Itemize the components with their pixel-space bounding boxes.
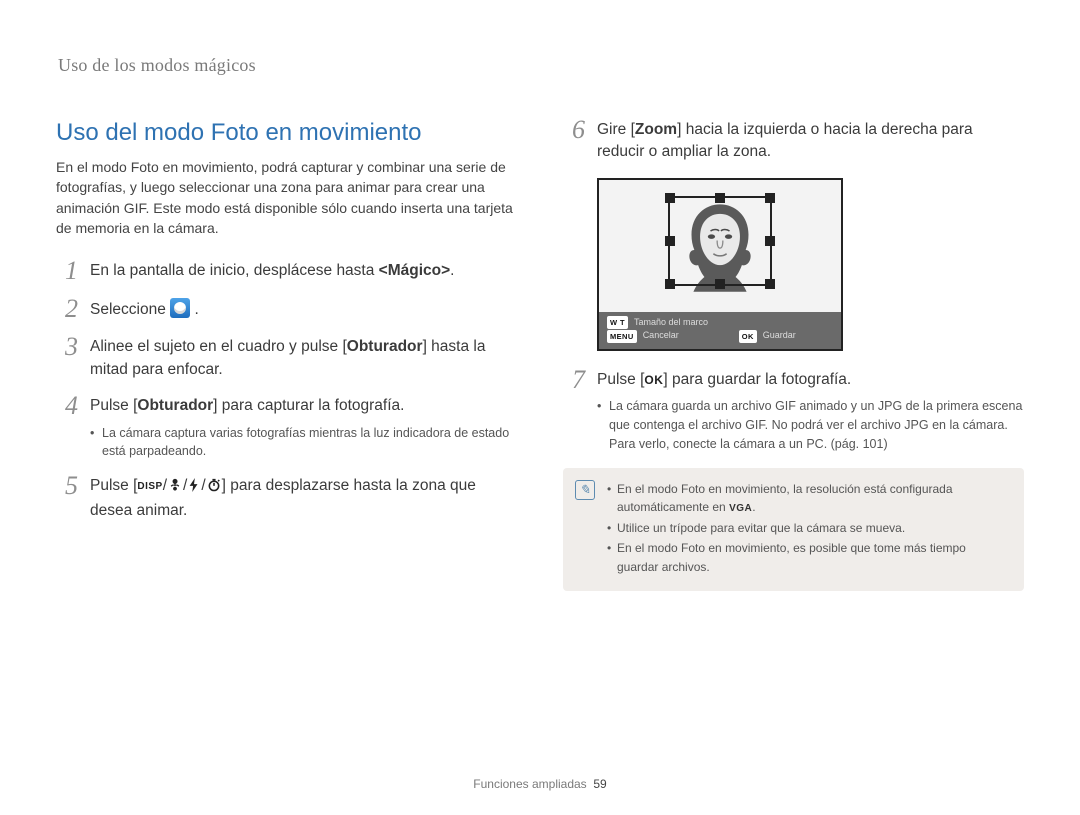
note-text: En el modo Foto en movimiento, la resolu…: [617, 482, 953, 515]
disp-button-icon: DISP: [137, 480, 162, 495]
step-text: En la pantalla de inicio, desplácese has…: [90, 262, 379, 279]
step-bold: Obturador: [347, 338, 423, 355]
note-icon: ✎: [575, 480, 595, 500]
breadcrumb: Uso de los modos mágicos: [58, 55, 256, 76]
step-subitem: La cámara captura varias fotografías mie…: [90, 424, 517, 462]
left-column: Uso del modo Foto en movimiento En el mo…: [56, 119, 517, 591]
step-number: 7: [563, 367, 585, 454]
note-box: ✎ En el modo Foto en movimiento, la reso…: [563, 468, 1024, 591]
step-3: 3 Alinee el sujeto en el cuadro y pulse …: [56, 336, 517, 381]
step-bold: <Mágico>: [379, 262, 451, 279]
footer-label: Funciones ampliadas: [473, 777, 586, 791]
lcd-label-save: Guardar: [763, 329, 796, 343]
note-list: En el modo Foto en movimiento, la resolu…: [607, 480, 1010, 577]
step-text: Pulse [: [90, 477, 137, 494]
zoom-wt-icon: W T: [607, 316, 628, 329]
menu-button-icon: MENU: [607, 330, 637, 343]
step-sublist: La cámara guarda un archivo GIF animado …: [597, 397, 1024, 453]
step-text-post: .: [450, 262, 454, 279]
page-footer: Funciones ampliadas 59: [0, 777, 1080, 791]
step-number: 2: [56, 296, 78, 322]
lcd-image-area: [599, 180, 841, 312]
manual-page: Uso de los modos mágicos Uso del modo Fo…: [0, 0, 1080, 815]
steps-right-2: 7 Pulse [OK] para guardar la fotografía.…: [563, 369, 1024, 454]
intro-paragraph: En el modo Foto en movimiento, podrá cap…: [56, 157, 517, 238]
lcd-label-frame-size: Tamaño del marco: [634, 316, 708, 330]
crop-frame-icon: [668, 196, 772, 286]
note-item: En el modo Foto en movimiento, la resolu…: [607, 480, 1010, 517]
step-text: Alinee el sujeto en el cuadro y pulse [: [90, 338, 347, 355]
ok-button-icon: OK: [739, 330, 757, 343]
step-number: 3: [56, 334, 78, 381]
step-sublist: La cámara captura varias fotografías mie…: [90, 424, 517, 462]
steps-right: 6 Gire [Zoom] hacia la izquierda o hacia…: [563, 119, 1024, 164]
timer-button-icon: [207, 477, 221, 499]
step-4: 4 Pulse [Obturador] para capturar la fot…: [56, 395, 517, 461]
step-bold: Zoom: [635, 121, 677, 138]
step-6: 6 Gire [Zoom] hacia la izquierda o hacia…: [563, 119, 1024, 164]
note-item: Utilice un trípode para evitar que la cá…: [607, 519, 1010, 538]
ok-button-icon: OK: [644, 372, 663, 389]
step-number: 1: [56, 258, 78, 284]
step-number: 4: [56, 393, 78, 461]
step-bold: Obturador: [137, 397, 213, 414]
steps-left: 1 En la pantalla de inicio, desplácese h…: [56, 260, 517, 522]
note-text-post: .: [752, 500, 755, 514]
lcd-status-bar: W T Tamaño del marco MENU Cancelar OK Gu…: [599, 312, 841, 349]
step-subitem: La cámara guarda un archivo GIF animado …: [597, 397, 1024, 453]
lcd-label-cancel: Cancelar: [643, 329, 679, 343]
section-title: Uso del modo Foto en movimiento: [56, 119, 517, 147]
vga-icon: VGA: [729, 501, 752, 517]
step-number: 5: [56, 473, 78, 522]
photo-in-motion-mode-icon: [170, 298, 190, 318]
step-text-post: ] para capturar la fotografía.: [213, 397, 404, 414]
flash-button-icon: [188, 477, 200, 499]
camera-lcd-screenshot: W T Tamaño del marco MENU Cancelar OK Gu…: [597, 178, 843, 351]
step-text: Seleccione: [90, 301, 170, 318]
step-2: 2 Seleccione .: [56, 298, 517, 322]
step-1: 1 En la pantalla de inicio, desplácese h…: [56, 260, 517, 284]
step-text: Pulse [: [90, 397, 137, 414]
note-item: En el modo Foto en movimiento, es posibl…: [607, 539, 1010, 576]
step-text-post: .: [194, 301, 198, 318]
step-text: Pulse [: [597, 371, 644, 388]
step-5: 5 Pulse [DISP///] para desplazarse hasta…: [56, 475, 517, 522]
step-number: 6: [563, 117, 585, 164]
step-7: 7 Pulse [OK] para guardar la fotografía.…: [563, 369, 1024, 454]
step-text: Gire [: [597, 121, 635, 138]
macro-button-icon: [168, 477, 182, 499]
right-column: 6 Gire [Zoom] hacia la izquierda o hacia…: [563, 119, 1024, 591]
two-column-layout: Uso del modo Foto en movimiento En el mo…: [56, 119, 1024, 591]
page-number: 59: [593, 777, 606, 791]
step-text-post: ] para guardar la fotografía.: [663, 371, 851, 388]
